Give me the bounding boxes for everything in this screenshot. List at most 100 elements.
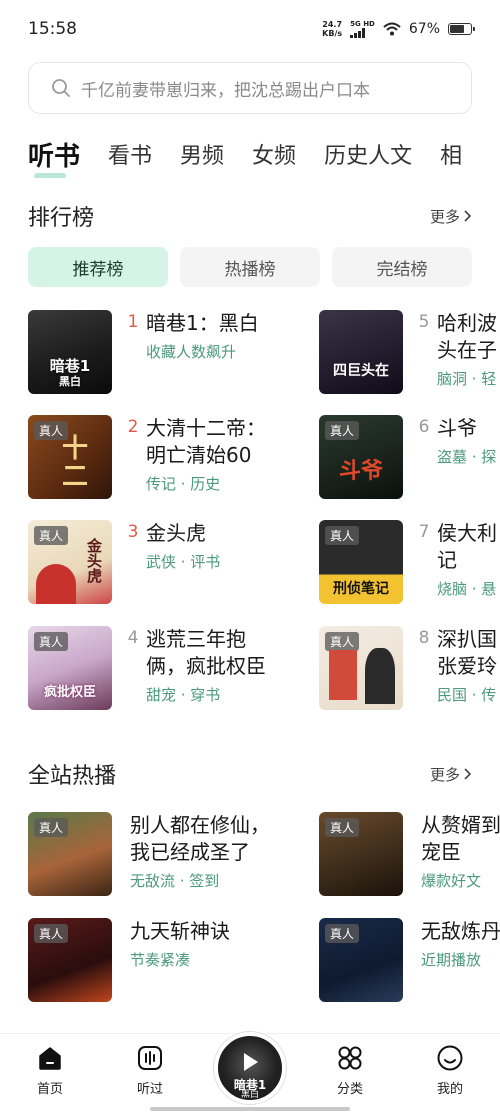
home-indicator: [150, 1107, 350, 1111]
nav-history[interactable]: 听过: [110, 1044, 190, 1097]
category-tabs: 听书 看书 男频 女频 历史人文 相: [28, 130, 500, 178]
book-cover: 真人 疯批权臣: [28, 626, 112, 710]
book-cover: 真人 斗爷: [319, 415, 403, 499]
real-person-badge: 真人: [325, 924, 360, 943]
tab-more-category[interactable]: 相: [440, 138, 462, 170]
rank-item[interactable]: 真人 刑侦笔记 7 侯大利 记 烧脑 · 悬: [319, 520, 497, 604]
status-time: 15:58: [28, 19, 77, 39]
nav-mine[interactable]: 我的: [410, 1044, 490, 1097]
battery-percent: 67%: [408, 21, 440, 37]
search-placeholder: 千亿前妻带崽归来，把沈总踢出户口本: [81, 80, 370, 101]
book-subtitle: 脑洞 · 轻: [437, 370, 497, 388]
wifi-icon: [383, 22, 401, 36]
rank-item[interactable]: 真人 8 深扒国 张爱玲 民国 · 传: [319, 626, 497, 710]
book-cover: 真人 十二: [28, 415, 112, 499]
mini-player-button[interactable]: 暗巷1 黑白: [214, 1032, 286, 1104]
book-title-line2: 我已经成圣了: [130, 840, 250, 864]
search-input[interactable]: 千亿前妻带崽归来，把沈总踢出户口本: [28, 62, 472, 114]
tab-male[interactable]: 男频: [180, 138, 224, 170]
book-cover: 四巨头在: [319, 310, 403, 394]
signal-icon: 5G HD: [350, 20, 375, 38]
book-subtitle: 无敌流 · 签到: [130, 872, 220, 890]
sub-tab-finished[interactable]: 完结榜: [332, 247, 472, 287]
rank-item[interactable]: 真人 斗爷 6 斗爷 盗墓 · 探: [319, 415, 496, 499]
book-cover: 真人: [28, 918, 112, 1002]
book-subtitle: 爆款好文: [421, 872, 482, 890]
book-title-line2: 头在子: [437, 338, 497, 362]
book-cover: 真人: [319, 626, 403, 710]
book-title-line2: 俩，疯批权臣: [146, 654, 266, 678]
book-subtitle: 传记 · 历史: [146, 475, 221, 493]
book-title: 从赘婿到: [421, 813, 500, 837]
book-title: 金头虎: [146, 521, 206, 545]
book-cover: 真人: [319, 918, 403, 1002]
tab-read[interactable]: 看书: [108, 138, 152, 170]
real-person-badge: 真人: [34, 818, 69, 837]
rank-item[interactable]: 真人 十二 2 大清十二帝： 明亡清始60 传记 · 历史: [28, 415, 266, 499]
status-bar: 15:58 24.7 KB/s 5G HD 67%: [0, 0, 500, 58]
ranking-more-button[interactable]: 更多: [430, 206, 472, 227]
section-title: 排行榜: [28, 206, 95, 231]
book-title: 斗爷: [437, 416, 477, 440]
book-subtitle: 甜宠 · 穿书: [146, 686, 221, 704]
book-title: 逃荒三年抱: [146, 627, 246, 651]
real-person-badge: 真人: [325, 421, 360, 440]
rank-number: 4: [127, 628, 139, 648]
book-subtitle: 节奏紧凑: [130, 951, 191, 969]
nav-category[interactable]: 分类: [310, 1044, 390, 1097]
rank-item[interactable]: 暗巷1 黑白 1 暗巷1：黑白 收藏人数飙升: [28, 310, 259, 394]
audio-history-icon: [138, 1046, 162, 1070]
real-person-badge: 真人: [34, 632, 69, 651]
real-person-badge: 真人: [325, 526, 360, 545]
rank-item[interactable]: 四巨头在 5 哈利波 头在子 脑洞 · 轻: [319, 310, 497, 394]
book-title: 别人都在修仙，: [130, 813, 270, 837]
book-title-line2: 明亡清始60: [146, 443, 252, 467]
real-person-badge: 真人: [34, 526, 69, 545]
sub-tab-hot[interactable]: 热播榜: [180, 247, 320, 287]
chevron-right-icon: [464, 768, 472, 780]
real-person-badge: 真人: [325, 632, 360, 651]
rank-number: 6: [418, 417, 430, 437]
book-subtitle: 民国 · 传: [437, 686, 497, 704]
tab-listen[interactable]: 听书: [28, 136, 80, 178]
search-icon: [52, 79, 70, 97]
section-title: 全站热播: [28, 764, 117, 789]
book-cover: 真人: [319, 812, 403, 896]
home-icon: [39, 1047, 61, 1070]
tab-female[interactable]: 女频: [252, 138, 296, 170]
book-cover: 真人: [28, 812, 112, 896]
book-subtitle: 烧脑 · 悬: [437, 580, 497, 598]
rank-number: 1: [127, 312, 139, 332]
nav-home[interactable]: 首页: [10, 1044, 90, 1097]
book-subtitle: 盗墓 · 探: [437, 448, 497, 466]
book-title: 深扒国: [437, 627, 497, 651]
book-title: 侯大利: [437, 521, 497, 545]
book-subtitle: 收藏人数飙升: [146, 343, 237, 361]
book-cover: 真人 刑侦笔记: [319, 520, 403, 604]
book-subtitle: 近期播放: [421, 951, 482, 969]
hot-item[interactable]: 真人 九天斩神诀 节奏紧凑: [28, 918, 230, 1002]
book-title: 大清十二帝：: [146, 416, 266, 440]
book-title: 九天斩神诀: [130, 919, 230, 943]
ranking-header: 排行榜 更多: [28, 200, 472, 232]
book-title-line2: 张爱玲: [437, 654, 497, 678]
book-title: 哈利波: [437, 311, 497, 335]
ranking-sub-tabs: 推荐榜 热播榜 完结榜: [28, 247, 472, 287]
rank-item[interactable]: 真人 疯批权臣 4 逃荒三年抱 俩，疯批权臣 甜宠 · 穿书: [28, 626, 266, 710]
book-cover: 真人 金头虎: [28, 520, 112, 604]
rank-item[interactable]: 真人 金头虎 3 金头虎 武侠 · 评书: [28, 520, 220, 604]
play-icon: [244, 1053, 258, 1071]
book-cover: 暗巷1 黑白: [28, 310, 112, 394]
tab-history[interactable]: 历史人文: [324, 138, 412, 170]
rank-number: 2: [127, 417, 139, 437]
real-person-badge: 真人: [34, 924, 69, 943]
hot-more-button[interactable]: 更多: [430, 764, 472, 785]
hot-header: 全站热播 更多: [28, 758, 472, 790]
sub-tab-recommend[interactable]: 推荐榜: [28, 247, 168, 287]
status-icons: 24.7 KB/s 5G HD 67%: [322, 20, 475, 38]
hot-item[interactable]: 真人 别人都在修仙， 我已经成圣了 无敌流 · 签到: [28, 812, 270, 896]
hot-item[interactable]: 真人 无敌炼丹 近期播放: [319, 918, 500, 1002]
player-book-subtitle: 黑白: [240, 1090, 259, 1100]
hot-item[interactable]: 真人 从赘婿到 宠臣 爆款好文: [319, 812, 500, 896]
profile-smile-icon: [437, 1045, 463, 1071]
